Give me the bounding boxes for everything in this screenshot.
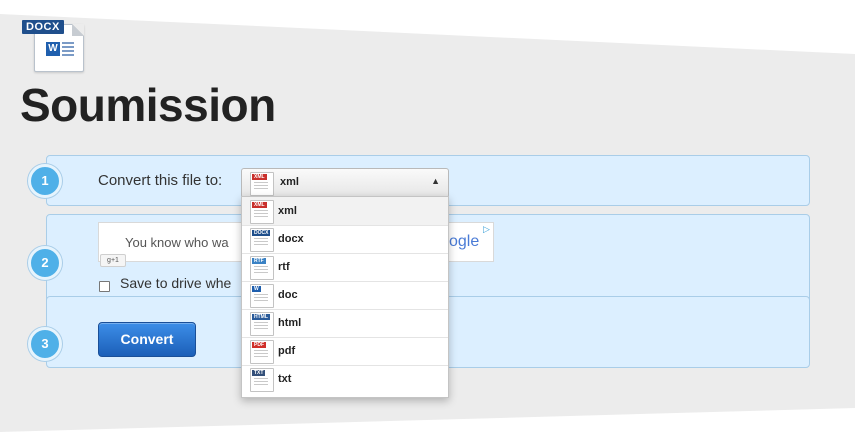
file-body [254,210,268,219]
file-body [254,238,268,247]
save-to-drive-label: Save to drive whe [120,275,232,291]
txt-file-icon: TXT [250,368,274,392]
option-label: pdf [278,345,296,357]
option-label: html [278,317,302,329]
file-body [254,322,268,331]
file-badge: HTML [252,314,270,320]
option-label: xml [278,205,297,217]
format-option-html[interactable]: HTML html [242,309,448,338]
file-badge: XML [252,174,267,180]
format-dropdown: XML xml DOCX docx RTF rtf W doc HTML htm… [241,196,449,398]
xml-file-icon: XML [250,200,274,224]
google-plus-button[interactable]: g+1 [100,254,126,267]
file-badge: TXT [252,370,266,376]
option-label: docx [278,233,304,245]
option-label: txt [278,373,292,385]
page-title: Soumission [20,79,276,131]
rtf-file-icon: RTF [250,256,274,280]
convert-to-label: Convert this file to: [98,172,223,189]
file-badge: RTF [252,258,266,264]
file-badge: PDF [252,342,266,348]
file-body [254,294,268,303]
docx-badge: DOCX [22,20,64,34]
format-option-pdf[interactable]: PDF pdf [242,337,448,366]
caret-up-icon: ▲ [431,176,440,186]
ad-text: You know who wa [125,235,229,250]
option-label: doc [278,289,298,301]
step-2-number: 2 [28,246,62,280]
option-label: rtf [278,261,290,273]
pdf-file-icon: PDF [250,340,274,364]
format-option-rtf[interactable]: RTF rtf [242,253,448,282]
file-body [254,350,268,359]
file-body [254,266,268,275]
ad-choices-icon[interactable]: ▷ [483,224,490,235]
file-body [254,182,268,191]
gplus-label: +1 [110,257,119,264]
ad-google-text: ogle [449,233,480,250]
document-lines [62,42,74,56]
convert-button[interactable]: Convert [98,322,196,357]
page-fold [72,24,84,36]
format-option-docx[interactable]: DOCX docx [242,225,448,254]
file-body [254,378,268,387]
html-file-icon: HTML [250,312,274,336]
stage: DOCX W Soumission 1 Convert this file to… [0,0,855,433]
step-3-number: 3 [28,327,62,361]
file-badge: DOCX [252,230,271,236]
word-letter: W [46,42,60,56]
step-1-number: 1 [28,164,62,198]
format-select[interactable]: XML xml ▲ [241,168,449,198]
format-option-txt[interactable]: TXT txt [242,365,448,393]
save-to-drive-checkbox[interactable] [99,281,110,292]
doc-file-icon: W [250,284,274,308]
format-select-value: xml [280,176,299,188]
format-option-doc[interactable]: W doc [242,281,448,310]
docx-file-icon: DOCX [250,228,274,252]
format-option-xml[interactable]: XML xml [242,197,448,226]
file-badge: W [252,286,261,292]
file-badge: XML [252,202,267,208]
docx-icon: DOCX W [22,20,86,72]
xml-file-icon: XML [250,172,274,196]
